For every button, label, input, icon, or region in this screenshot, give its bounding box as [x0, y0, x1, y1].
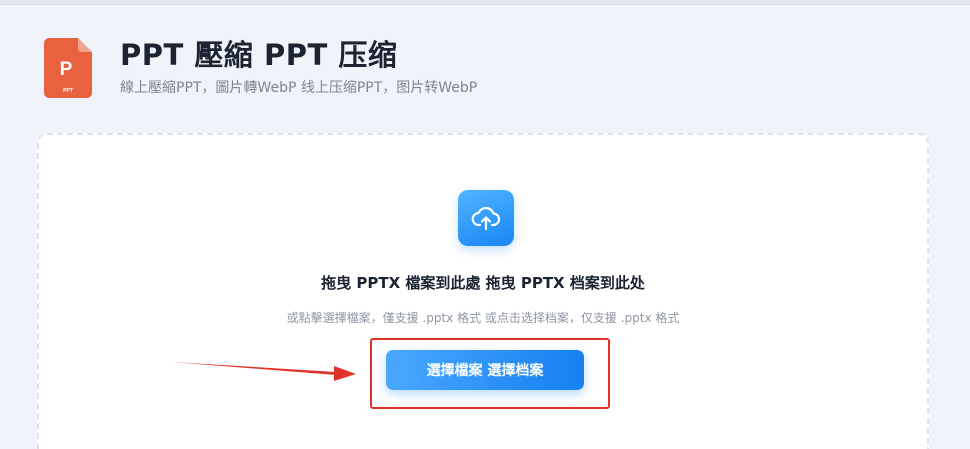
dropzone-title: 拖曳 PPTX 檔案到此處 拖曳 PPTX 档案到此处	[321, 274, 645, 292]
dropzone-hint: 或點擊選擇檔案，僅支援 .pptx 格式 或点击选择档案，仅支援 .pptx 格…	[286, 311, 680, 325]
upload-icon-box	[458, 190, 514, 246]
cloud-upload-icon	[471, 206, 501, 231]
annotation-highlight-box	[370, 338, 610, 409]
page-title: PPT 壓縮 PPT 压缩	[120, 38, 398, 72]
red-arrow-icon	[172, 362, 356, 381]
top-divider	[0, 0, 970, 5]
page-subtitle: 線上壓縮PPT，圖片轉WebP 线上压缩PPT，图片转WebP	[120, 80, 478, 96]
file-icon-badge: PPT	[63, 88, 73, 94]
ppt-file-icon: P PPT	[44, 38, 92, 98]
file-icon-letter: P	[60, 59, 73, 80]
